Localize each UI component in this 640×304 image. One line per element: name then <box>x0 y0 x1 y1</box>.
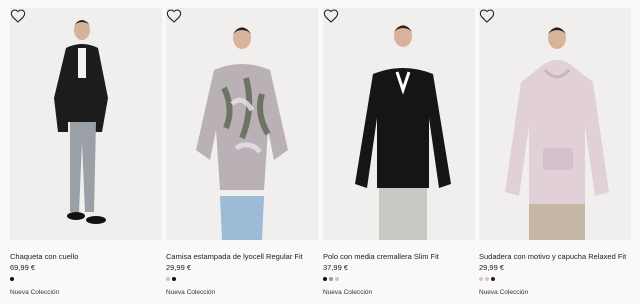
color-swatch[interactable] <box>485 277 489 281</box>
color-swatch[interactable] <box>166 277 170 281</box>
product-card[interactable]: Sudadera con motivo y capucha Relaxed Fi… <box>479 8 631 297</box>
product-image[interactable] <box>10 8 162 240</box>
color-swatches <box>323 275 475 283</box>
color-swatch[interactable] <box>479 277 483 281</box>
color-swatch[interactable] <box>172 277 176 281</box>
heart-icon[interactable] <box>323 8 339 24</box>
new-collection-badge: Nueva Colección <box>323 289 373 296</box>
color-swatch[interactable] <box>323 277 327 281</box>
product-image[interactable] <box>323 8 475 240</box>
color-swatch[interactable] <box>491 277 495 281</box>
product-image[interactable] <box>166 8 318 240</box>
product-name[interactable]: Chaqueta con cuello <box>10 252 162 262</box>
product-price: 29,99 € <box>479 263 505 272</box>
product-name[interactable]: Polo con media cremallera Slim Fit <box>323 252 475 262</box>
product-image[interactable] <box>479 8 631 240</box>
product-card[interactable]: Polo con media cremallera Slim Fit 37,99… <box>323 8 475 297</box>
product-price: 69,99 € <box>10 263 36 272</box>
heart-icon[interactable] <box>479 8 495 24</box>
new-collection-badge: Nueva Colección <box>479 289 529 296</box>
color-swatches <box>10 275 162 283</box>
new-collection-badge: Nueva Colección <box>166 289 216 296</box>
heart-icon[interactable] <box>166 8 182 24</box>
color-swatches <box>166 275 318 283</box>
product-grid: Chaqueta con cuello 69,99 € Nueva Colecc… <box>0 0 640 304</box>
product-price: 37,99 € <box>323 263 349 272</box>
product-card[interactable]: Camisa estampada de lyocell Regular Fit … <box>166 8 318 297</box>
color-swatch[interactable] <box>329 277 333 281</box>
heart-icon[interactable] <box>10 8 26 24</box>
color-swatch[interactable] <box>335 277 339 281</box>
product-price: 29,99 € <box>166 263 192 272</box>
product-name[interactable]: Sudadera con motivo y capucha Relaxed Fi… <box>479 252 631 262</box>
product-card[interactable]: Chaqueta con cuello 69,99 € Nueva Colecc… <box>10 8 162 297</box>
color-swatch[interactable] <box>10 277 14 281</box>
color-swatches <box>479 275 631 283</box>
new-collection-badge: Nueva Colección <box>10 289 60 296</box>
product-name[interactable]: Camisa estampada de lyocell Regular Fit <box>166 252 318 262</box>
